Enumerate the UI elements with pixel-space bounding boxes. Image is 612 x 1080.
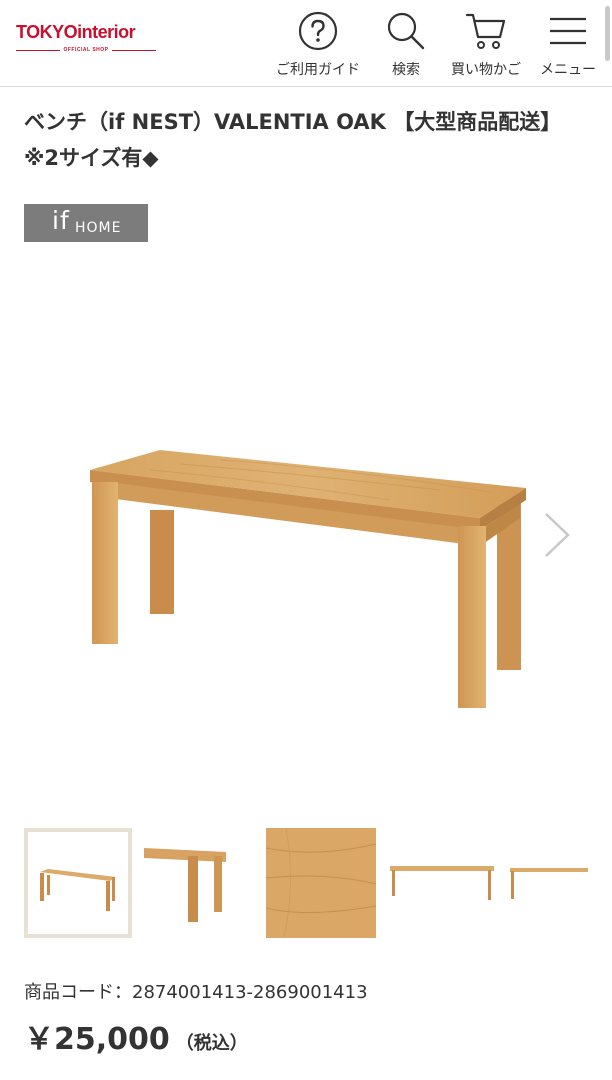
logo-subtext: OFFICIAL SHOP — [63, 47, 109, 53]
product-price: ￥25,000 （税込） — [24, 1014, 248, 1058]
nav-search[interactable]: 検索 — [372, 6, 440, 82]
nav-menu-label: メニュー — [540, 62, 596, 78]
thumbnail-oak-grain[interactable] — [265, 827, 377, 939]
site-logo[interactable]: TOKYOinterior OFFICIAL SHOP — [16, 22, 156, 58]
thumbnail-gallery — [24, 827, 612, 940]
price-tax-note: （税込） — [175, 1033, 248, 1054]
nav-guide-label: ご利用ガイド — [276, 62, 360, 78]
logo-subline: OFFICIAL SHOP — [16, 47, 156, 55]
chevron-right-icon[interactable] — [540, 510, 574, 560]
product-code-label: 商品コード： — [24, 982, 132, 1003]
product-code-value: 2874001413-2869001413 — [132, 982, 368, 1003]
product-code: 商品コード：2874001413-2869001413 — [24, 978, 368, 1004]
hamburger-menu-icon — [550, 17, 586, 45]
product-main-image[interactable] — [60, 430, 540, 730]
nav-guide[interactable]: ご利用ガイド — [268, 6, 368, 82]
question-circle-icon — [298, 11, 338, 51]
thumbnail-bench-edge[interactable] — [506, 828, 588, 938]
nav-cart-label: 買い物かご — [451, 62, 521, 78]
search-icon — [387, 12, 425, 50]
scrollbar-thumb[interactable] — [605, 6, 610, 61]
cart-icon — [465, 13, 506, 49]
nav-search-label: 検索 — [392, 62, 420, 78]
price-value: ￥25,000 — [24, 1022, 170, 1057]
thumbnail-bench-front[interactable] — [24, 828, 132, 938]
thumbnail-bench-side-closeup[interactable] — [142, 828, 230, 938]
logo-text: TOKYOinterior — [16, 22, 136, 42]
nav-cart[interactable]: 買い物かご — [444, 6, 528, 82]
brand-badge[interactable]: if HOME — [24, 204, 148, 242]
brand-home-text: HOME — [75, 220, 122, 236]
nav-menu[interactable]: メニュー — [532, 6, 604, 82]
brand-if-text: if — [52, 206, 70, 235]
thumbnail-bench-long[interactable] — [386, 828, 496, 938]
product-title: ベンチ（if NEST）VALENTIA OAK 【大型商品配送】※2サイズ有◆ — [24, 110, 562, 170]
site-header: TOKYOinterior OFFICIAL SHOP ご利用ガイド 検索 買い… — [0, 0, 612, 87]
